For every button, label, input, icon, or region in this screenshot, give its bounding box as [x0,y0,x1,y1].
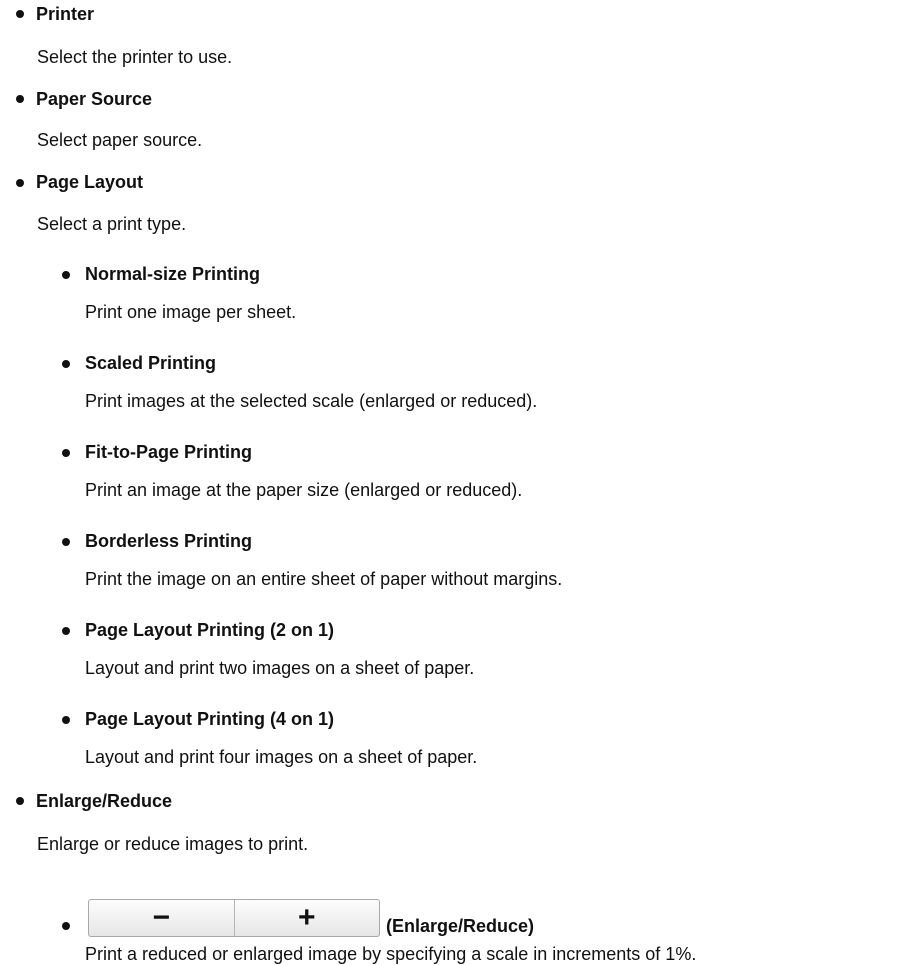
bullet-borderless-printing [62,538,70,546]
enlarge-reduce-control-description: Print a reduced or enlarged image by spe… [85,944,697,964]
printer-heading: Printer [36,4,95,24]
scaled-printing-heading: Scaled Printing [85,353,217,373]
scaled-printing-description: Print images at the selected scale (enla… [85,391,538,411]
bullet-enlarge-reduce [16,797,24,805]
reduce-button[interactable]: − [89,900,234,936]
bullet-fit-to-page-printing [62,449,70,457]
page-layout-description: Select a print type. [37,214,187,234]
fit-to-page-printing-description: Print an image at the paper size (enlarg… [85,480,523,500]
page-layout-heading: Page Layout [36,172,144,192]
enlarge-reduce-heading: Enlarge/Reduce [36,791,173,811]
enlarge-button[interactable]: + [233,900,380,936]
bullet-page-layout-printing-4on1 [62,716,70,724]
bullet-paper-source [16,95,24,103]
bullet-printer [16,10,24,18]
bullet-page-layout-printing-2on1 [62,627,70,635]
bullet-scaled-printing [62,360,70,368]
paper-source-heading: Paper Source [36,89,153,109]
paper-source-description: Select paper source. [37,130,203,150]
page-layout-printing-4on1-description: Layout and print four images on a sheet … [85,747,478,767]
borderless-printing-description: Print the image on an entire sheet of pa… [85,569,563,589]
normal-size-printing-description: Print one image per sheet. [85,302,297,322]
fit-to-page-printing-heading: Fit-to-Page Printing [85,442,252,462]
bullet-page-layout [16,179,24,187]
page-layout-printing-4on1-heading: Page Layout Printing (4 on 1) [85,709,335,729]
borderless-printing-heading: Borderless Printing [85,531,253,551]
enlarge-reduce-button-group: − + [88,899,380,937]
page-layout-printing-2on1-description: Layout and print two images on a sheet o… [85,658,475,678]
enlarge-reduce-caption: (Enlarge/Reduce) [386,916,535,936]
page-layout-printing-2on1-heading: Page Layout Printing (2 on 1) [85,620,335,640]
bullet-normal-size-printing [62,271,70,279]
enlarge-reduce-description: Enlarge or reduce images to print. [37,834,309,854]
printer-description: Select the printer to use. [37,47,233,67]
normal-size-printing-heading: Normal-size Printing [85,264,261,284]
bullet-enlarge-reduce-control [62,922,70,930]
